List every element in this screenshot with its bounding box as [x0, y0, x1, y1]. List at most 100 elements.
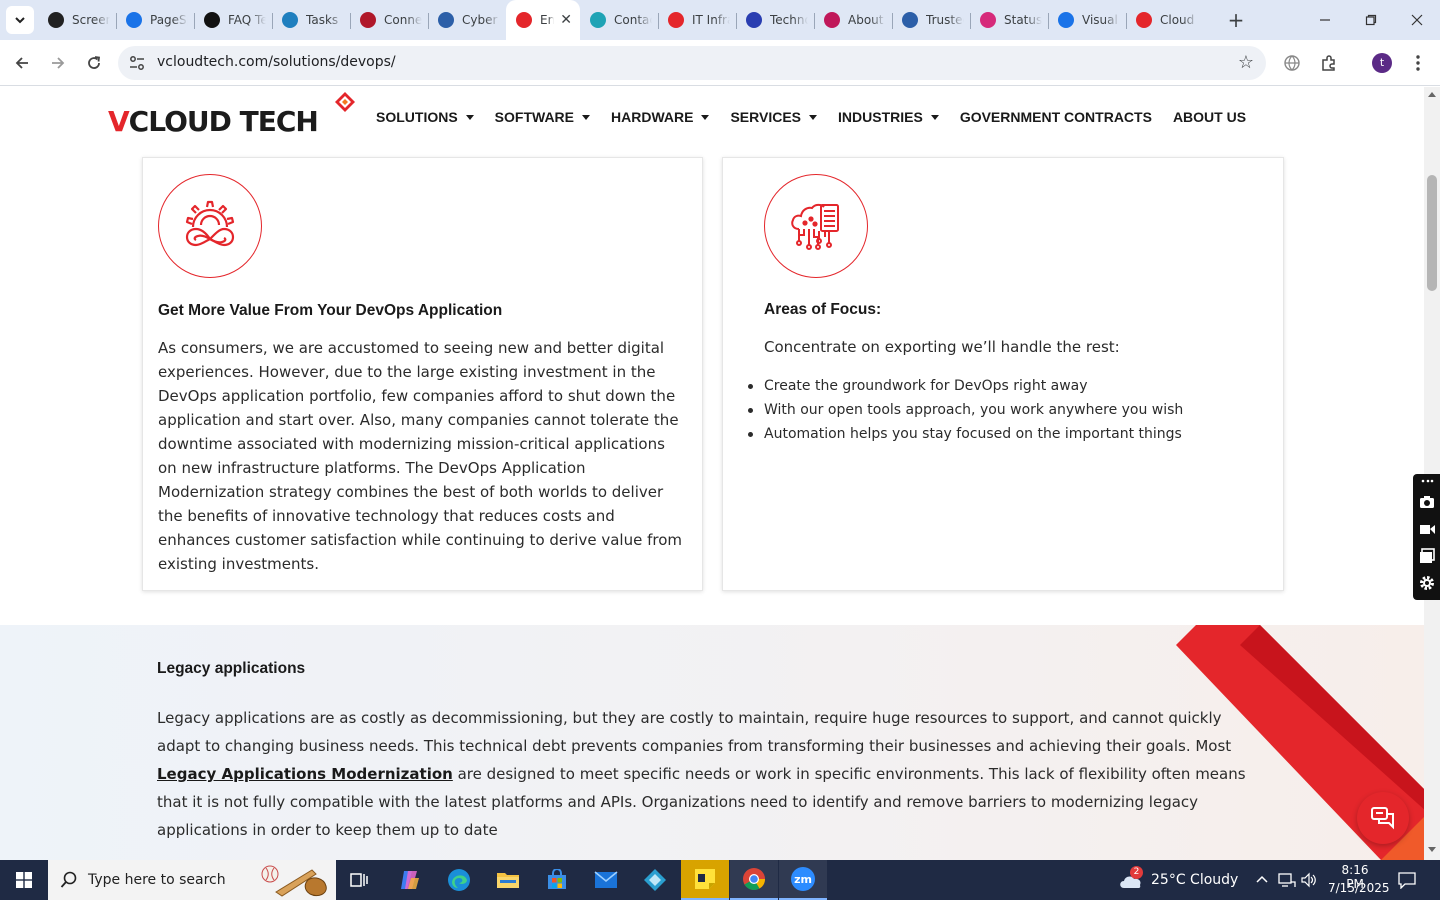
browser-tab[interactable]: PageSpeed [116, 0, 194, 40]
mail-icon [594, 871, 618, 888]
remote-app[interactable] [631, 860, 679, 900]
url-text[interactable]: vcloudtech.com/solutions/devops/ [157, 54, 396, 70]
volume-icon[interactable] [1301, 872, 1317, 888]
browser-tab[interactable]: Technology [736, 0, 814, 40]
sticky-notes-app[interactable] [681, 860, 729, 900]
extensions-icon[interactable] [1318, 52, 1340, 74]
minimize-button[interactable] [1302, 0, 1348, 40]
browser-tab[interactable]: Connect [350, 0, 428, 40]
zoom-icon: zm [791, 867, 815, 891]
clock-date[interactable]: 7/15/2025 [1328, 881, 1390, 895]
store-icon [548, 869, 566, 889]
nav-item-label: INDUSTRIES [838, 109, 923, 125]
browser-tab[interactable]: Enterprise ✕ [506, 0, 580, 40]
minimize-icon [1320, 19, 1330, 21]
microsoft-store-app[interactable] [533, 860, 581, 900]
translate-icon[interactable] [1281, 52, 1303, 74]
edge-app[interactable] [435, 860, 483, 900]
windows-logo-icon [16, 872, 32, 888]
logo-text-v: V [108, 104, 130, 138]
forward-button[interactable] [45, 50, 71, 76]
windows-taskbar: Type here to search zm 2 25°C Cloudy 8:1… [0, 860, 1440, 900]
legacy-applications-section: Legacy applications Legacy applications … [0, 625, 1424, 860]
faq-icon [204, 12, 220, 28]
video-camera-icon[interactable] [1419, 521, 1435, 537]
edge-icon [448, 869, 470, 891]
nav-item-hardware[interactable]: HARDWARE [611, 109, 710, 125]
mail-app[interactable] [582, 860, 630, 900]
tab-close-icon[interactable]: ✕ [560, 12, 572, 28]
browser-tab[interactable]: IT Infrastructure [658, 0, 736, 40]
browser-tab[interactable]: Cyber [428, 0, 506, 40]
caret-down-icon [809, 114, 818, 120]
gear-icon[interactable] [1419, 575, 1435, 591]
taskbar-search-box[interactable]: Type here to search [48, 860, 336, 900]
browser-tab[interactable]: Screencast [38, 0, 116, 40]
tab-search-button[interactable] [6, 6, 34, 34]
copilot-app[interactable] [386, 860, 434, 900]
scroll-up-arrow[interactable] [1428, 92, 1436, 97]
nav-item-solutions[interactable]: SOLUTIONS [376, 109, 474, 125]
tray-chevron-up-icon[interactable] [1255, 874, 1269, 884]
about-icon [824, 12, 840, 28]
browser-tab[interactable]: Tasks [272, 0, 350, 40]
browser-tab[interactable]: Contact [580, 0, 658, 40]
status-icon [980, 12, 996, 28]
notifications-icon[interactable] [1398, 871, 1416, 889]
zoom-app[interactable]: zm [779, 860, 827, 900]
browser-tab[interactable]: About [814, 0, 892, 40]
focus-list: Create the groundwork for DevOps right a… [747, 374, 1183, 446]
close-window-button[interactable] [1394, 0, 1440, 40]
areas-of-focus-card: Areas of Focus: Concentrate on exporting… [722, 157, 1284, 591]
restore-button[interactable] [1348, 0, 1394, 40]
site-settings-icon[interactable] [128, 54, 146, 72]
live-chat-button[interactable] [1357, 792, 1409, 844]
address-bar[interactable]: vcloudtech.com/solutions/devops/ ☆ [118, 46, 1266, 80]
browser-tab[interactable]: Trusted [892, 0, 970, 40]
nav-item-label: SERVICES [730, 109, 802, 125]
reload-icon [88, 56, 101, 69]
back-button[interactable] [9, 50, 35, 76]
reload-button[interactable] [81, 50, 107, 76]
scroll-down-arrow[interactable] [1428, 847, 1436, 852]
task-view-icon [350, 873, 368, 887]
caret-down-icon [582, 114, 591, 120]
browser-tab[interactable]: Visual [1048, 0, 1126, 40]
nav-item-services[interactable]: SERVICES [730, 109, 818, 125]
browser-tab[interactable]: Status [970, 0, 1048, 40]
legacy-text-before: Legacy applications are as costly as dec… [157, 709, 1232, 755]
more-options-icon[interactable] [1419, 476, 1435, 486]
chrome-app[interactable] [730, 860, 778, 900]
caret-down-icon [930, 114, 939, 120]
weather-text[interactable]: 25°C Cloudy [1151, 872, 1238, 888]
browser-tab[interactable]: FAQ Tech [194, 0, 272, 40]
tab-title: PageSpeed [150, 13, 188, 27]
window-capture-icon[interactable] [1419, 548, 1435, 564]
nav-item-industries[interactable]: INDUSTRIES [838, 109, 939, 125]
task-view-button[interactable] [336, 860, 384, 900]
scrollbar-thumb[interactable] [1427, 175, 1437, 291]
network-icon[interactable] [1278, 872, 1296, 888]
nav-item-label: SOLUTIONS [376, 109, 458, 125]
close-icon [1411, 14, 1423, 26]
site-logo[interactable]: VCLOUD TECH [108, 92, 355, 141]
camera-icon[interactable] [1419, 494, 1435, 510]
start-button[interactable] [0, 860, 48, 900]
profile-avatar[interactable]: t [1372, 53, 1392, 73]
file-explorer-app[interactable] [484, 860, 532, 900]
card-title: Areas of Focus: [764, 301, 882, 318]
tab-title: Screencast [72, 13, 110, 27]
logo-diamond-icon [335, 92, 355, 112]
bookmark-star-icon[interactable]: ☆ [1238, 52, 1254, 73]
browser-menu-icon[interactable] [1407, 52, 1429, 74]
browser-tab-strip: Screencast PageSpeed FAQ Tech Tasks Connect C… [0, 0, 1440, 40]
legacy-modernization-link[interactable]: Legacy Applications Modernization [157, 765, 453, 783]
nav-item-government-contracts[interactable]: GOVERNMENT CONTRACTS [960, 109, 1152, 125]
browser-tab[interactable]: Cloud [1126, 0, 1204, 40]
arrow-right-icon [52, 57, 65, 69]
section-title: Legacy applications [157, 660, 306, 677]
nav-item-software[interactable]: SOFTWARE [495, 109, 591, 125]
nav-item-about-us[interactable]: ABOUT US [1173, 109, 1246, 125]
folder-icon [497, 873, 519, 888]
new-tab-button[interactable]: + [1224, 8, 1248, 32]
